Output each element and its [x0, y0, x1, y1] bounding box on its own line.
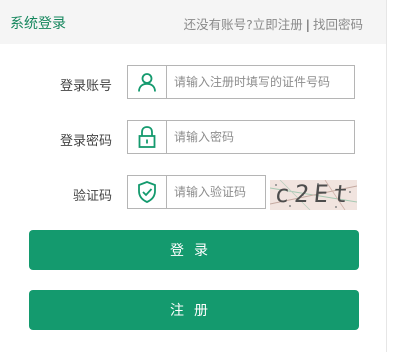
account-label: 登录账号	[59, 79, 112, 94]
captcha-input[interactable]	[174, 176, 264, 208]
recover-password-link[interactable]: 找回密码	[313, 17, 363, 32]
panel-header: 系统登录 还没有账号?立即注册 | 找回密码	[0, 0, 386, 44]
captcha-text: c2Et	[273, 180, 355, 208]
register-link[interactable]: 立即注册	[253, 17, 303, 32]
captcha-label: 验证码	[72, 189, 112, 204]
no-account-text: 还没有账号?	[183, 17, 253, 32]
account-field[interactable]	[127, 65, 355, 99]
panel-title: 系统登录	[10, 16, 66, 32]
header-links: 还没有账号?立即注册 | 找回密码	[184, 14, 363, 33]
password-field[interactable]	[127, 120, 355, 154]
account-input[interactable]	[174, 66, 352, 98]
login-button[interactable]: 登录	[29, 230, 359, 270]
login-panel: 系统登录 还没有账号?立即注册|找回密码 登录账号 登录密码 验证码	[0, 0, 387, 352]
password-input[interactable]	[174, 121, 352, 153]
lock-icon	[128, 121, 167, 153]
register-button[interactable]: 注册	[29, 290, 359, 330]
captcha-field[interactable]	[127, 175, 266, 209]
link-separator: |	[305, 17, 310, 32]
user-icon	[128, 66, 167, 98]
password-label: 登录密码	[59, 134, 112, 149]
shield-check-icon	[128, 176, 167, 208]
captcha-image[interactable]: c2Et	[270, 180, 357, 210]
